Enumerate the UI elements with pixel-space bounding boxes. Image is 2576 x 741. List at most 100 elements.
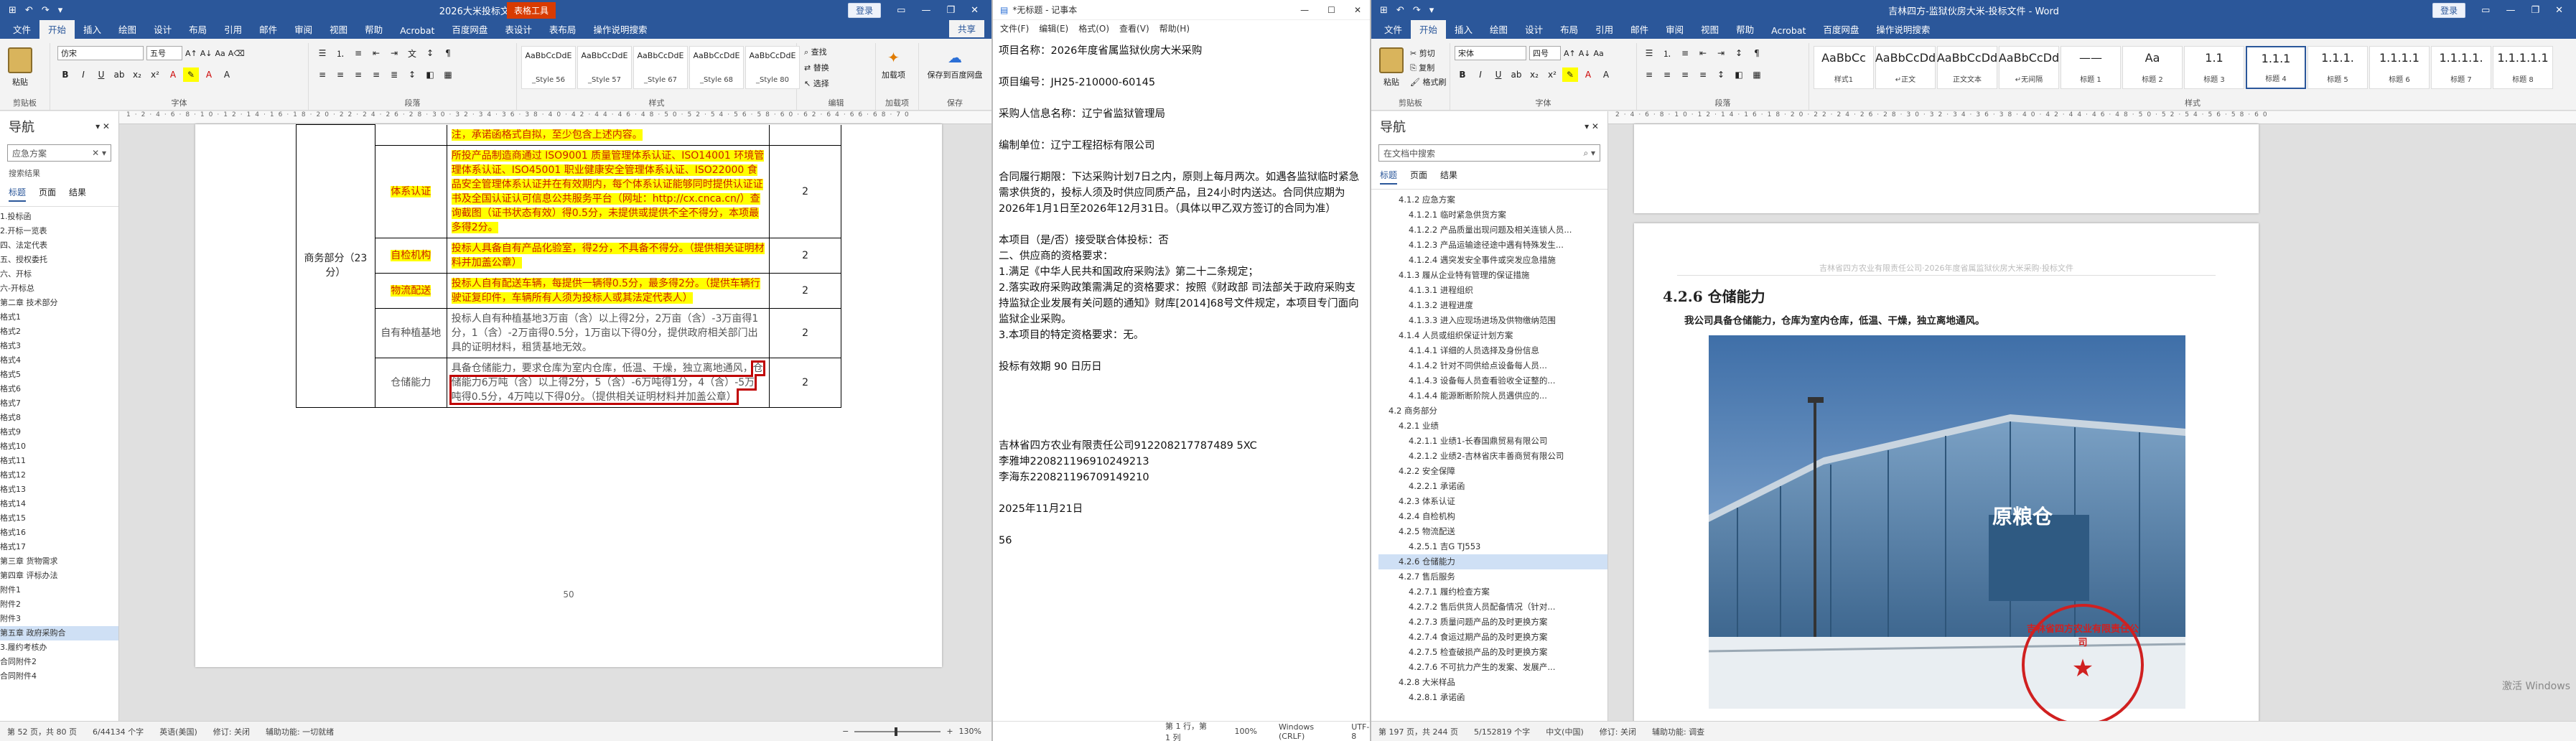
nav-item[interactable]: 格式2	[0, 325, 118, 339]
close-icon[interactable]: ✕	[971, 5, 979, 16]
font-name-box[interactable]: 仿宋	[57, 46, 144, 60]
tab-baidu[interactable]: 百度网盘	[443, 19, 496, 39]
customize-icon[interactable]: ▾	[1429, 5, 1434, 16]
highlight-icon[interactable]: ✎	[1562, 67, 1578, 82]
tab-file[interactable]: 文件	[1376, 19, 1411, 39]
style-item[interactable]: AaBbCcDd 正文文本	[1937, 46, 1997, 89]
tab-help[interactable]: 帮助	[356, 19, 391, 39]
nav-search-input[interactable]: 在文档中搜索 ⌕ ▾	[1378, 144, 1600, 162]
nav-item[interactable]: 格式13	[0, 483, 118, 497]
nav-item[interactable]: 3.履约考核办	[0, 640, 118, 655]
shrink-font-icon[interactable]: A↓	[1579, 49, 1591, 58]
customize-icon[interactable]: ▾	[58, 5, 63, 16]
tab-acrobat[interactable]: Acrobat	[391, 22, 443, 39]
baidu-save-button[interactable]: ☁ 保存到百度网盘	[923, 49, 986, 80]
restore-icon[interactable]: ❐	[946, 5, 955, 16]
nav-item[interactable]: 4.2.1 业绩	[1378, 419, 1607, 434]
minimize-icon[interactable]: —	[1300, 5, 1309, 15]
style-item[interactable]: 1.1 标题 3	[2184, 46, 2244, 89]
tab-view[interactable]: 视图	[1692, 19, 1727, 39]
tab-design[interactable]: 设计	[1516, 19, 1551, 39]
tab-table-design[interactable]: 表设计	[496, 19, 541, 39]
nav-item[interactable]: 4.1.2.2 产品质量出现问题及相关连锁人员...	[1378, 223, 1607, 238]
nav-item[interactable]: 4.1.2.3 产品运输途径途中遇有特殊发生...	[1378, 238, 1607, 253]
format-painter-button[interactable]: 🖌 格式刷	[1410, 76, 1446, 88]
nav-item[interactable]: 4.2.4 自检机构	[1378, 509, 1607, 524]
nav-item[interactable]: 格式16	[0, 526, 118, 540]
undo-icon[interactable]: ↶	[25, 5, 33, 16]
change-case-icon[interactable]: Aa	[1594, 49, 1604, 58]
select-button[interactable]: ↖ 选择	[804, 78, 829, 89]
italic-icon[interactable]: I	[75, 67, 91, 82]
nav-item[interactable]: 4.2.5.1 吉G TJ553	[1378, 539, 1607, 554]
menu-edit[interactable]: 编辑(E)	[1039, 22, 1068, 34]
nav-tab-pages[interactable]: 页面	[39, 186, 56, 202]
menu-help[interactable]: 帮助(H)	[1159, 22, 1190, 34]
zoom-slider[interactable]	[854, 727, 941, 736]
menu-format[interactable]: 格式(O)	[1078, 22, 1109, 34]
nav-item[interactable]: 格式9	[0, 425, 118, 439]
nav-item[interactable]: 4.2.7.6 不可抗力产生的发案、发展产...	[1378, 660, 1607, 675]
nav-item[interactable]: 4.2.7.5 检查破损产品的及时更换方案	[1378, 645, 1607, 660]
nav-item[interactable]: 4.1.3 履从企业特有管理的保证措施	[1378, 268, 1607, 283]
font-size-box[interactable]: 五号	[146, 46, 182, 60]
align-center-icon[interactable]: ≡	[1659, 67, 1675, 82]
justify-icon[interactable]: ≡	[368, 67, 384, 82]
underline-icon[interactable]: U	[1490, 67, 1506, 82]
tab-home[interactable]: 开始	[1411, 19, 1447, 39]
nav-item[interactable]: 4.2.5 物流配送	[1378, 524, 1607, 539]
nav-item[interactable]: 4.2.6 仓储能力	[1378, 554, 1607, 569]
nav-tab-headings[interactable]: 标题	[9, 186, 27, 202]
nav-item[interactable]: 第三章 货物需求	[0, 554, 118, 569]
style-item[interactable]: AaBbCcDdE _Style 56	[521, 46, 576, 89]
shading-icon[interactable]: ◧	[422, 67, 438, 82]
decrease-indent-icon[interactable]: ⇤	[1695, 46, 1711, 60]
login-button[interactable]: 登录	[848, 2, 882, 18]
tab-insert[interactable]: 插入	[1446, 19, 1481, 39]
nav-item[interactable]: 2.开标一览表	[0, 224, 118, 238]
show-marks-icon[interactable]: ¶	[1749, 46, 1765, 60]
nav-item[interactable]: 附件2	[0, 597, 118, 612]
maximize-icon[interactable]: ☐	[1327, 5, 1335, 15]
tab-file[interactable]: 文件	[4, 19, 39, 39]
tab-references[interactable]: 引用	[215, 19, 251, 39]
increase-indent-icon[interactable]: ⇥	[1713, 46, 1729, 60]
style-item[interactable]: AaBbCc 样式1	[1814, 46, 1874, 89]
nav-item[interactable]: 格式6	[0, 382, 118, 396]
nav-item[interactable]: 4.2.3 体系认证	[1378, 494, 1607, 509]
borders-icon[interactable]: ▦	[440, 67, 456, 82]
tab-references[interactable]: 引用	[1587, 19, 1622, 39]
nav-item[interactable]: 4.1.2 应急方案	[1378, 192, 1607, 208]
char-shading-icon[interactable]: A	[1598, 67, 1614, 82]
bold-icon[interactable]: B	[1455, 67, 1470, 82]
horizontal-ruler[interactable]: 1·2·4·6·8·10·12·14·16·18·20·22·24·26·28·…	[119, 111, 991, 124]
style-item[interactable]: AaBbCcDd ↵正文	[1875, 46, 1936, 89]
line-spacing-icon[interactable]: ↕	[404, 67, 420, 82]
nav-item[interactable]: 格式10	[0, 439, 118, 454]
font-color-icon[interactable]: A	[201, 67, 217, 82]
style-item[interactable]: AaBbCcDd ↵无间隔	[1999, 46, 2059, 89]
nav-item[interactable]: 格式17	[0, 540, 118, 554]
nav-item[interactable]: 六-开标总	[0, 281, 118, 296]
tab-mailings[interactable]: 邮件	[251, 19, 286, 39]
font-name-box[interactable]: 宋体	[1455, 46, 1526, 60]
tab-draw[interactable]: 绘图	[1481, 19, 1516, 39]
superscript-icon[interactable]: x²	[1544, 67, 1560, 82]
nav-item[interactable]: 格式4	[0, 353, 118, 368]
addins-button[interactable]: ✦ 加载项	[882, 49, 905, 80]
sort-icon[interactable]: ↕	[422, 46, 438, 60]
nav-item[interactable]: 4.2.1.2 业绩2-吉林省庆丰善商贸有限公司	[1378, 449, 1607, 464]
status-accessibility[interactable]: 辅助功能: 调查	[1652, 726, 1704, 737]
status-words[interactable]: 6/44134 个字	[93, 726, 144, 737]
nav-item[interactable]: 4.1.3.1 进程组织	[1378, 283, 1607, 298]
tab-home[interactable]: 开始	[39, 19, 75, 39]
nav-item[interactable]: 四、法定代表	[0, 238, 118, 253]
tab-draw[interactable]: 绘图	[110, 19, 145, 39]
nav-item[interactable]: 格式8	[0, 411, 118, 425]
tab-design[interactable]: 设计	[145, 19, 180, 39]
nav-item[interactable]: 六、开标	[0, 267, 118, 281]
status-accessibility[interactable]: 辅助功能: 一切就绪	[266, 726, 334, 737]
italic-icon[interactable]: I	[1473, 67, 1488, 82]
status-track[interactable]: 修订: 关闭	[213, 726, 250, 737]
undo-icon[interactable]: ↶	[1396, 5, 1404, 16]
